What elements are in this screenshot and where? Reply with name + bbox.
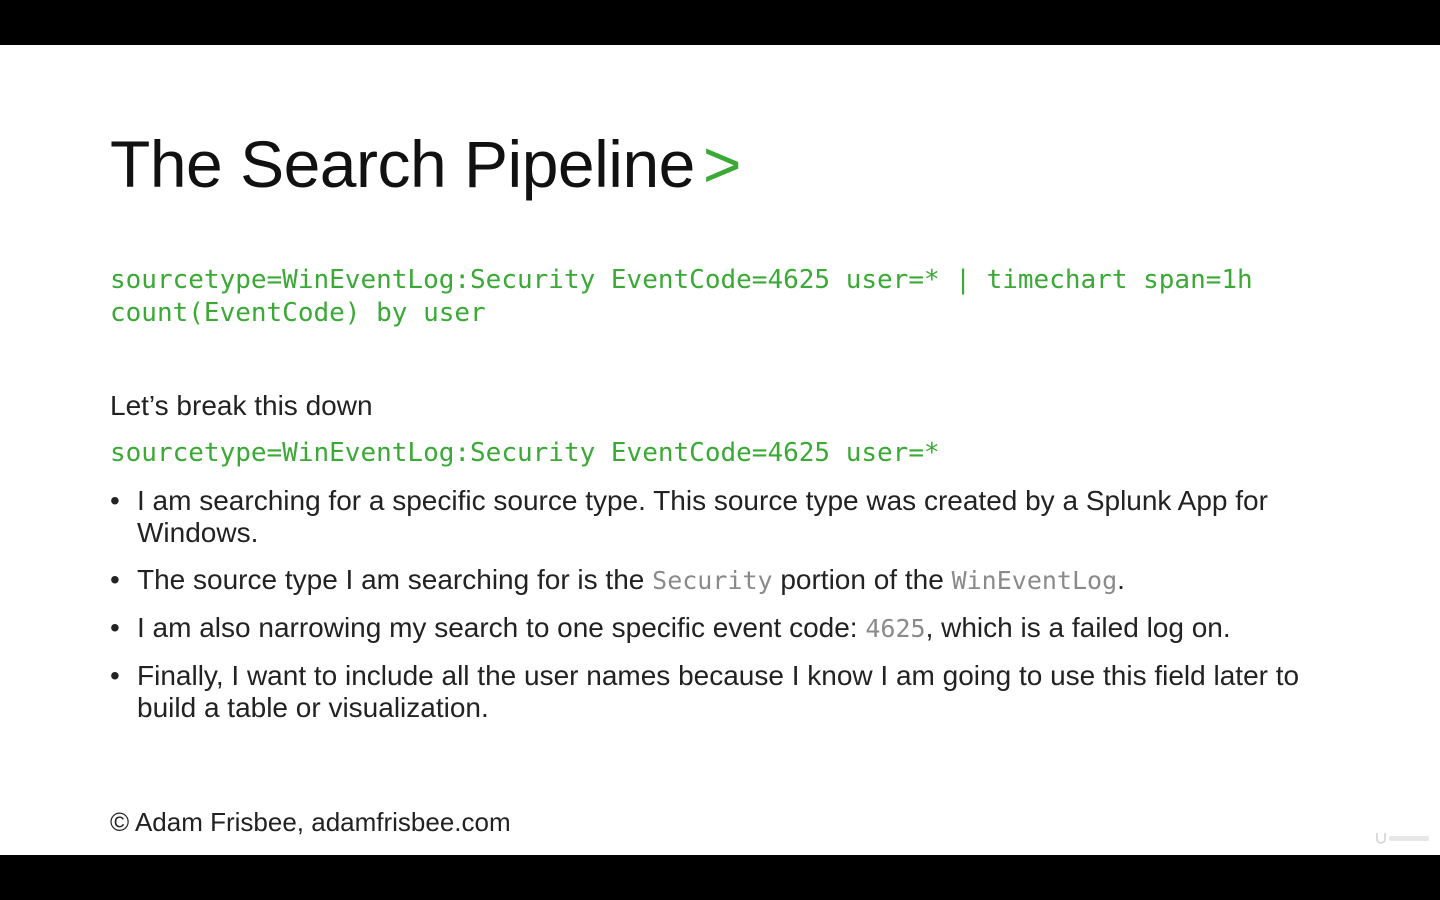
intro-text: Let’s break this down [110, 390, 373, 421]
bullet-text: I am searching for a specific source typ… [137, 485, 1268, 548]
letterbox-top [0, 0, 1440, 45]
udemy-watermark-icon [1376, 833, 1429, 844]
bullet-text-pre: I am also narrowing my search to one spe… [137, 612, 866, 643]
bullet-text-pre: The source type I am searching for is th… [137, 564, 653, 595]
search-query-line-1: sourcetype=WinEventLog:Security EventCod… [110, 265, 1253, 295]
bullet-item-4: • Finally, I want to include all the use… [110, 660, 1340, 724]
bullet-item-1: • I am searching for a specific source t… [110, 485, 1340, 549]
inline-code-wineventlog: WinEventLog [951, 566, 1118, 595]
bullet-dot-icon: • [110, 485, 120, 516]
copyright-footer: © Adam Frisbee, adamfrisbee.com [110, 807, 511, 837]
inline-code-security: Security [652, 566, 773, 595]
bullet-list: • I am searching for a specific source t… [110, 485, 1340, 739]
slide: The Search Pipeline > sourcetype=WinEvent… [0, 45, 1440, 855]
search-query-block: sourcetype=WinEventLog:Security EventCod… [110, 264, 1340, 330]
bullet-text-mid: portion of the [772, 564, 952, 595]
bullet-dot-icon: • [110, 564, 120, 595]
bullet-text-post: . [1117, 564, 1125, 595]
bullet-item-3: • I am also narrowing my search to one s… [110, 612, 1340, 645]
bullet-text-post: , which is a failed log on. [925, 612, 1231, 643]
sub-query-line: sourcetype=WinEventLog:Security EventCod… [110, 438, 940, 468]
bullet-item-2: • The source type I am searching for is … [110, 564, 1340, 597]
bullet-dot-icon: • [110, 660, 120, 691]
slide-title: The Search Pipeline > [110, 131, 741, 197]
chevron-right-icon: > [702, 127, 742, 201]
slide-title-text: The Search Pipeline [110, 127, 695, 201]
bullet-text: Finally, I want to include all the user … [137, 660, 1300, 723]
inline-code-eventcode: 4625 [865, 614, 926, 643]
bullet-dot-icon: • [110, 612, 120, 643]
letterbox-bottom [0, 855, 1440, 900]
search-query-line-2: count(EventCode) by user [110, 298, 486, 328]
